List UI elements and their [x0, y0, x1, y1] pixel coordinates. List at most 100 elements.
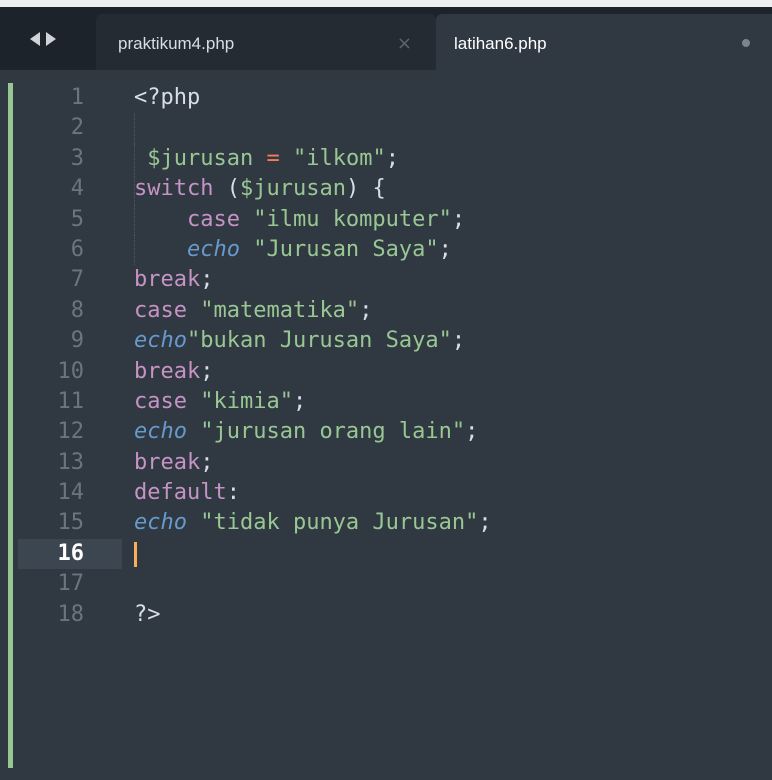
code-line[interactable]: echo "Jurusan Saya";	[134, 234, 772, 266]
code-line[interactable]: echo "tidak punya Jurusan";	[134, 508, 772, 538]
line-number: 5	[70, 206, 84, 232]
code-token: ;	[200, 449, 214, 475]
code-line[interactable]: case "ilmu komputer";	[134, 204, 772, 235]
code-token: ;	[359, 297, 373, 323]
tab-navigation	[30, 32, 56, 52]
line-number-gutter: 1 2 3 4 5 6 7 8 9 10 11 12 13 14 15 16 17 18	[18, 83, 122, 630]
code-token: ;	[200, 267, 214, 293]
code-line[interactable]: break;	[134, 357, 772, 387]
line-number: 3	[70, 145, 84, 171]
code-line[interactable]: <?php	[134, 83, 772, 113]
line-number: 14	[57, 480, 85, 506]
code-token: ;	[438, 236, 452, 262]
code-line[interactable]: ?>	[134, 600, 772, 630]
code-line[interactable]: switch ($jurusan) {	[134, 174, 772, 205]
code-token: ;	[465, 419, 479, 445]
code-token: =	[266, 145, 280, 171]
code-token: echo	[186, 236, 240, 262]
sublime-text-window: praktikum4.php × latihan6.php 1234567891…	[0, 0, 772, 780]
code-token: case	[134, 388, 187, 414]
tab-latihan6[interactable]: latihan6.php	[436, 14, 772, 70]
code-line[interactable]: echo "jurusan orang lain";	[134, 417, 772, 447]
line-number: 8	[70, 297, 84, 323]
unsaved-dot-icon[interactable]	[742, 39, 750, 47]
arrow-left-icon[interactable]	[30, 32, 40, 46]
code-token: ?>	[134, 601, 161, 627]
arrow-right-icon[interactable]	[46, 32, 56, 46]
code-token: "bukan Jurusan Saya"	[186, 328, 452, 354]
line-number: 13	[57, 449, 85, 475]
code-line[interactable]: echo"bukan Jurusan Saya";	[134, 326, 772, 356]
code-token: "kimia"	[200, 388, 293, 414]
tab-label: latihan6.php	[454, 34, 547, 53]
code-token: :	[226, 480, 240, 506]
text-cursor	[134, 541, 137, 567]
code-token: break	[134, 449, 201, 475]
code-token: echo	[134, 419, 187, 445]
code-line[interactable]: $jurusan = "ilkom";	[134, 143, 772, 175]
code-token: ;	[385, 145, 399, 171]
code-token: ;	[451, 206, 466, 232]
line-number: 15	[57, 510, 85, 536]
line-number: 10	[57, 358, 85, 384]
code-line[interactable]: case "matematika";	[134, 296, 772, 326]
code-line[interactable]	[134, 569, 772, 599]
tab-bar: praktikum4.php × latihan6.php	[0, 0, 772, 70]
tab-label: praktikum4.php	[118, 34, 235, 53]
code-token: case	[186, 206, 240, 232]
indent-guide	[134, 143, 135, 175]
code-token: <?php	[134, 85, 201, 110]
indent-guide	[134, 113, 135, 144]
code-line[interactable]	[134, 113, 772, 144]
indent-guide	[134, 174, 135, 205]
code-line[interactable]	[134, 539, 772, 569]
code-token: ) {	[345, 176, 386, 202]
line-number: 18	[57, 601, 85, 627]
code-area[interactable]: <?php $jurusan = "ilkom"; switch ($jurusa…	[134, 83, 772, 630]
code-line[interactable]: case "kimia";	[134, 387, 772, 417]
code-token: ;	[292, 388, 307, 414]
line-number: 12	[57, 419, 85, 445]
code-token: default	[134, 480, 227, 506]
code-token: "jurusan orang lain"	[200, 419, 466, 445]
code-token: "ilkom"	[292, 145, 386, 171]
code-token: "tidak punya Jurusan"	[200, 510, 479, 536]
close-icon[interactable]: ×	[397, 33, 412, 54]
line-number: 7	[70, 267, 84, 293]
indent-guide	[134, 204, 135, 235]
line-number: 17	[57, 571, 85, 597]
code-line[interactable]: break;	[134, 265, 772, 295]
line-number: 1	[70, 85, 84, 110]
line-number: 2	[70, 115, 84, 141]
code-token: "matematika"	[200, 297, 360, 323]
code-token: break	[134, 267, 201, 293]
code-editor[interactable]: 1 2 3 4 5 6 7 8 9 10 11 12 13 14 15 16 17 18 <?php $jurus…	[0, 70, 772, 780]
tab-praktikum4[interactable]: praktikum4.php ×	[96, 14, 436, 70]
code-token: break	[134, 358, 201, 384]
line-number: 11	[57, 388, 85, 414]
code-token: echo	[134, 328, 187, 354]
code-token: (	[213, 176, 240, 202]
code-token: ;	[478, 510, 492, 536]
code-token: ;	[451, 328, 466, 354]
line-number: 9	[70, 328, 84, 354]
line-number: 6	[70, 236, 84, 262]
code-line[interactable]: default:	[134, 478, 772, 508]
code-token: "ilmu komputer"	[253, 206, 452, 232]
line-number: 16	[18, 538, 122, 570]
code-token: "Jurusan Saya"	[253, 236, 439, 262]
code-token: case	[134, 297, 187, 323]
git-diff-marker	[8, 83, 13, 768]
indent-guide	[134, 234, 135, 266]
code-line[interactable]: break;	[134, 448, 772, 478]
